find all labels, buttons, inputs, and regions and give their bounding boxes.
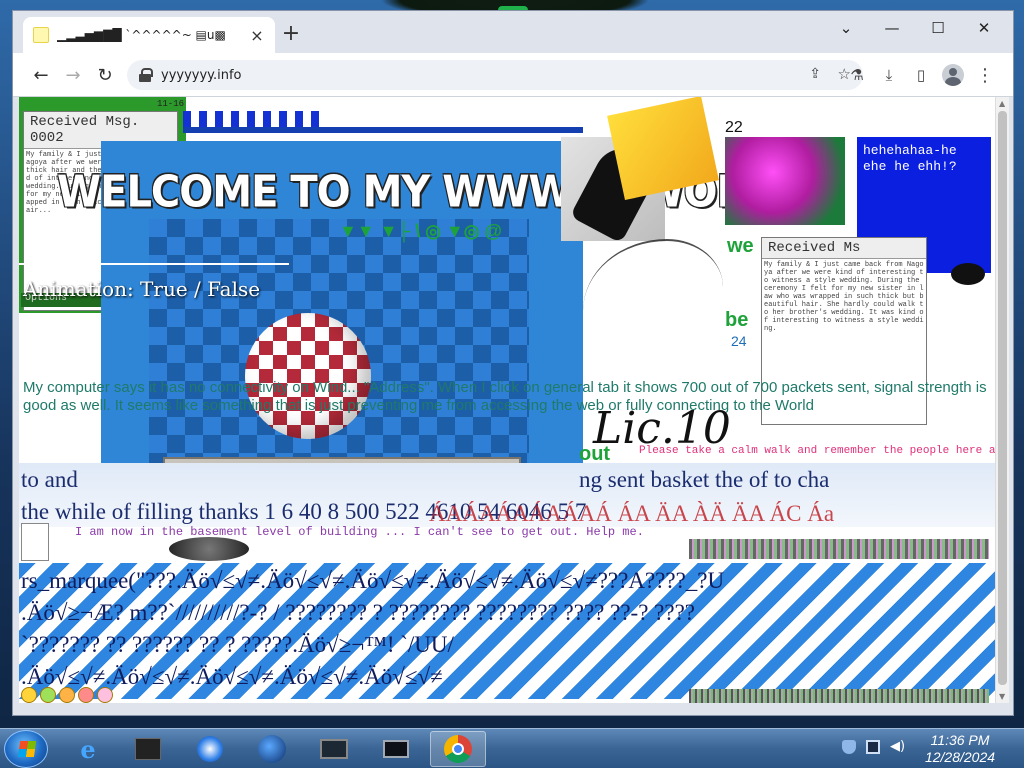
display-icon[interactable] — [368, 731, 424, 767]
display-shape — [383, 740, 409, 758]
clock-date: 12/28/2024 — [924, 749, 996, 765]
system-clock[interactable]: 11:36 PM 12/28/2024 — [910, 732, 1010, 766]
globe-shape — [258, 735, 286, 763]
document-icon[interactable] — [21, 523, 49, 561]
browser-toolbar: ← → ↻ yyyyyyy.info ⇪ ☆ ⚗ ⤓ ▯ ⋮ — [13, 53, 1013, 97]
network-tray-icon[interactable] — [866, 740, 880, 754]
red-accent-text: ÁAÁAÁAÁAÁAÁ ÁA ÄA ÀÄ ÄA ÁC Áa — [429, 501, 835, 526]
profile-icon — [942, 64, 964, 86]
clock-time: 11:36 PM — [930, 732, 990, 748]
shield-tray-icon[interactable] — [842, 740, 856, 754]
chrome-shape — [444, 735, 472, 763]
monitor-shape — [320, 739, 348, 759]
counter-24: 24 — [731, 333, 747, 349]
we-label: we — [727, 235, 754, 257]
tab-title: ▁▂▃▅▆▇█ `^^^^^~ ▤u▩ — [57, 28, 226, 42]
pink-emoji-icon — [97, 687, 113, 703]
volume-tray-icon[interactable]: ◀) — [890, 740, 905, 754]
share-icon[interactable]: ⇪ — [809, 66, 821, 82]
pink-notice: Please take a calm walk and remember the… — [639, 445, 995, 457]
tab-active[interactable]: ▁▂▃▅▆▇█ `^^^^^~ ▤u▩ × — [23, 17, 275, 53]
smile-emoji-icon — [21, 687, 37, 703]
pattern-strip — [183, 111, 323, 127]
green-glyphs: ▼▼ ▼├ \ ◎ ▼◎ @ — [339, 221, 502, 241]
monitor-icon[interactable] — [306, 731, 362, 767]
profile-button[interactable] — [941, 63, 965, 87]
globe-icon[interactable] — [244, 731, 300, 767]
media-player-icon[interactable] — [182, 731, 238, 767]
received-msg-title-2: Received Ms — [762, 238, 926, 259]
ie-glyph: e — [80, 734, 96, 764]
blush-emoji-icon — [78, 687, 94, 703]
blue-rule — [183, 127, 583, 133]
chrome-center — [452, 743, 464, 755]
forward-button[interactable]: → — [59, 61, 87, 89]
new-tab-button[interactable]: + — [277, 21, 305, 49]
magenta-glitch-image — [725, 137, 845, 225]
speaker-image — [169, 537, 249, 561]
emoji-row — [21, 687, 113, 703]
taskbar: e ◀) 11:36 PM 12/28/2024 — [0, 728, 1024, 768]
message-time: 11-16 — [157, 99, 185, 109]
chrome-icon[interactable] — [430, 731, 486, 767]
noise-strip — [689, 539, 989, 559]
marquee-line-2: .Äö√≥¬Æ? m??`//////////?-? / ???????? ? … — [21, 600, 695, 625]
menu-icon[interactable]: ⋮ — [973, 63, 997, 87]
flask-icon[interactable]: ⚗ — [845, 63, 869, 87]
lock-icon[interactable] — [139, 68, 153, 82]
url-text[interactable]: yyyyyyy.info — [161, 68, 242, 83]
minimize-button[interactable]: — — [869, 13, 915, 43]
tab-search-button[interactable]: ⌄ — [823, 13, 869, 43]
scroll-down-icon[interactable]: ▼ — [999, 692, 1005, 701]
to-and-text: to and — [21, 467, 78, 492]
connectivity-text: My computer says it has no connectivity … — [23, 379, 987, 414]
favicon-icon — [33, 27, 49, 43]
reload-button[interactable]: ↻ — [91, 61, 119, 89]
browser-window: ▁▂▃▅▆▇█ `^^^^^~ ▤u▩ × + ⌄ — ☐ ✕ ← → ↻ yy… — [12, 10, 1014, 716]
title-underline — [19, 263, 289, 265]
sent-basket-text: ng sent basket the of to cha — [579, 467, 830, 492]
download-icon[interactable]: ⤓ — [877, 63, 901, 87]
scroll-thumb[interactable] — [998, 111, 1007, 685]
scroll-up-icon[interactable]: ▲ — [999, 99, 1005, 108]
close-button[interactable]: ✕ — [961, 13, 1007, 43]
boing-ball — [245, 313, 371, 439]
tab-bar: ▁▂▃▅▆▇█ `^^^^^~ ▤u▩ × + ⌄ — ☐ ✕ — [13, 11, 1013, 53]
media-box-shape — [135, 738, 161, 760]
explorer-icon[interactable]: e — [60, 731, 116, 767]
be-label: be — [725, 309, 749, 331]
page-scrollbar[interactable]: ▲ ▼ — [995, 97, 1009, 703]
black-blob — [951, 263, 985, 285]
sketch-lines — [583, 239, 723, 359]
marquee-line-3: `??????? ?? ?????? ?? ? ?????.Äö√≥¬™! `/… — [21, 632, 454, 657]
maximize-button[interactable]: ☐ — [915, 13, 961, 43]
address-bar[interactable]: yyyyyyy.info ⇪ ☆ — [127, 60, 863, 90]
number-22: 22 — [725, 119, 743, 136]
animation-toggle[interactable]: Animation: True / False — [23, 277, 260, 301]
sidepanel-icon[interactable]: ▯ — [909, 63, 933, 87]
back-button[interactable]: ← — [27, 61, 55, 89]
marquee-line-1: rs_marquee("???.Äö√≤√≠.Äö√≤√≠.Äö√≤√≠.Äö√… — [21, 568, 725, 593]
tab-close-icon[interactable]: × — [249, 26, 265, 45]
windows-logo-icon — [17, 741, 37, 757]
media-player-shape — [197, 736, 223, 762]
noise-strip-bottom — [689, 689, 989, 703]
start-button[interactable] — [4, 730, 48, 768]
wink-emoji-icon — [59, 687, 75, 703]
grin-emoji-icon — [40, 687, 56, 703]
media-box-icon[interactable] — [120, 731, 176, 767]
web-page: Received Msg. 0002 My family & I just ca… — [19, 97, 995, 703]
